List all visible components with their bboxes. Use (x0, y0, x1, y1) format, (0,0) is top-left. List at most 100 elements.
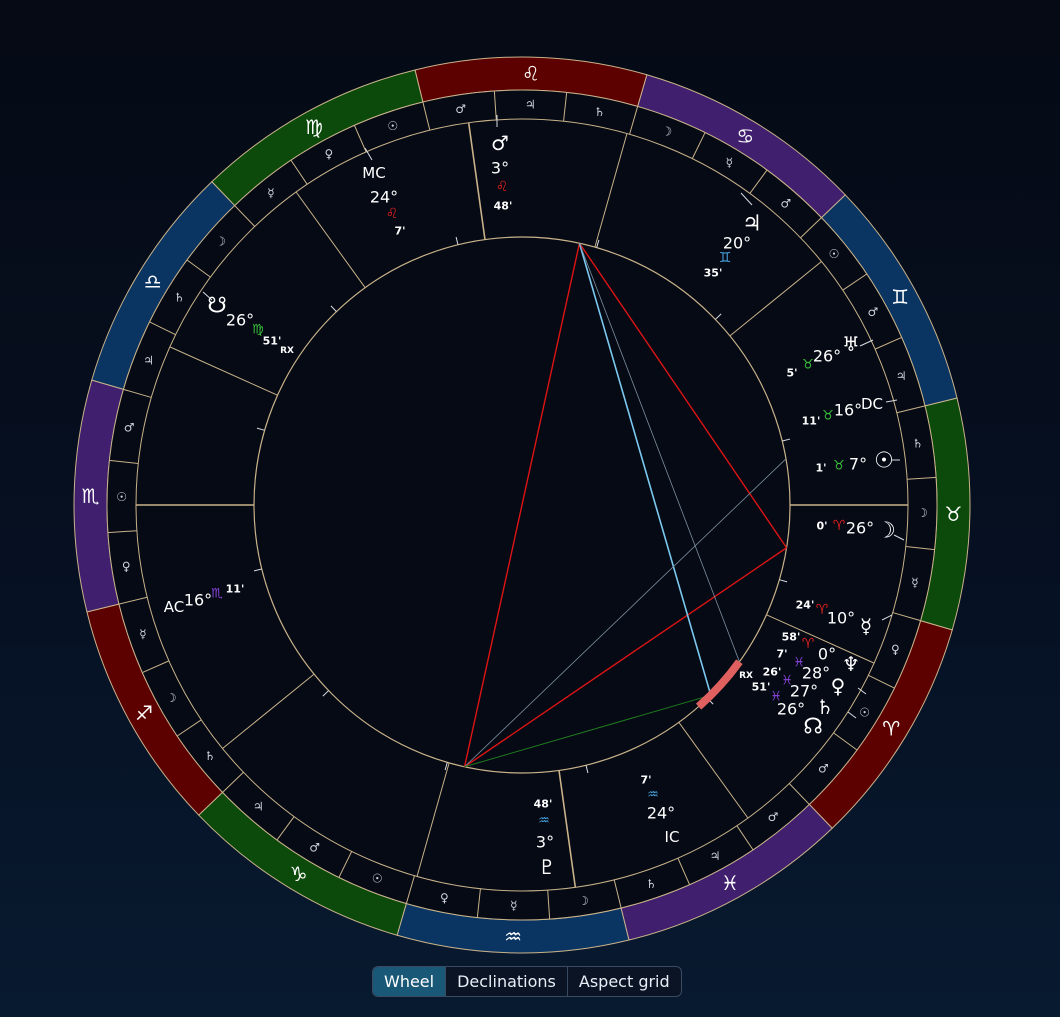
sign-glyph-leo: ♌ (522, 62, 540, 86)
mercury-glyph-icon: ☿ (860, 614, 872, 638)
decan-ruler-glyph: ♃ (253, 799, 264, 813)
decan-ruler-glyph: ♂ (309, 841, 320, 855)
sun-sign-icon: ♉ (833, 459, 845, 474)
ic-degree: 24° (647, 804, 675, 823)
sign-glyph-gemini: ♊ (891, 285, 909, 309)
decan-ruler-glyph: ♄ (912, 437, 923, 451)
jupiter-sign-icon: ♊ (719, 250, 732, 266)
mars-sign-icon: ♌ (496, 179, 509, 195)
ac-minutes: 11' (226, 583, 245, 596)
dc-sign-icon: ♉ (822, 409, 834, 424)
view-tabs: Wheel Declinations Aspect grid (372, 966, 682, 997)
sign-glyph-aries: ♈ (882, 716, 900, 740)
decan-ruler-glyph: ♀ (122, 559, 131, 573)
mercury-degree: 10° (827, 609, 855, 628)
moon-glyph-icon: ☽ (876, 519, 896, 544)
mercury-sign-icon: ♈ (816, 602, 829, 618)
sign-glyph-taurus: ♉ (944, 502, 962, 526)
chart-wheel: ♈ ♉ ♊ ♋ ♌ ♍ ♎ ♏ ♐ ♑ ♒ ♓ ♂ ☉ ♀ ☿ ☽ ♄ ♃ ♂ ☉ ♂ ☿ ☽ ♄ ♃ ♂ ☉ ♀ ☿ ☽ ♄ ♃ ♂ ☉ ♀ ☿ ☽ ♄… (73, 56, 971, 954)
mc-sign-icon: ♌ (386, 206, 399, 222)
sign-glyph-pisces: ♓ (721, 871, 739, 895)
decan-ruler-glyph: ☽ (661, 125, 672, 139)
decan-ruler-glyph: ☽ (166, 691, 177, 705)
tab-wheel[interactable]: Wheel (373, 967, 447, 996)
decan-ruler-glyph: ♃ (525, 98, 536, 112)
decan-ruler-glyph: ♀ (891, 643, 900, 657)
tab-declinations[interactable]: Declinations (446, 967, 568, 996)
decan-ruler-glyph: ☿ (139, 627, 146, 641)
decan-ruler-glyph: ♄ (174, 291, 185, 305)
uranus-glyph-icon: ♅ (842, 332, 860, 356)
south-node-minutes: 51' (263, 335, 282, 348)
saturn-minutes: 51' (752, 681, 771, 694)
decan-ruler-glyph: ☉ (372, 871, 383, 885)
neptune-glyph-icon: ♆ (842, 652, 860, 676)
sign-glyph-scorpio: ♏ (82, 484, 100, 508)
sun-degree: 7° (849, 455, 867, 474)
neptune-sign-icon: ♓ (793, 656, 805, 671)
saturn-glyph-icon: ♄ (816, 695, 834, 719)
mc-minutes: 7' (394, 225, 405, 238)
pluto-glyph-icon: ♇ (538, 855, 556, 879)
moon-sign-icon: ♈ (833, 518, 846, 534)
sign-glyph-virgo: ♍ (305, 115, 323, 139)
decan-ruler-glyph: ♂ (455, 102, 466, 116)
sign-glyph-capricorn: ♑ (290, 862, 308, 886)
ac-degree: 16° (184, 591, 212, 610)
ic-sign-icon: ♒ (647, 788, 659, 803)
venus-sign-icon: ♓ (781, 674, 793, 689)
saturn-sign-icon: ♓ (770, 690, 782, 705)
sign-glyph-sagittarius: ♐ (135, 701, 153, 725)
pluto-degree: 3° (536, 833, 554, 852)
moon-minutes: 0' (816, 520, 827, 533)
north-node-sign-icon: ♈ (802, 636, 815, 652)
decan-ruler-glyph: ♂ (868, 305, 879, 319)
north-node-degree: 0° (818, 645, 836, 664)
jupiter-minutes: 35' (704, 267, 723, 280)
venus-degree: 27° (790, 682, 818, 701)
moon-degree: 26° (846, 519, 874, 538)
decan-ruler-glyph: ☽ (215, 234, 226, 248)
decan-ruler-glyph: ☉ (387, 119, 398, 133)
dc-label: DC (861, 395, 883, 413)
south-node-retrograde: RX (280, 346, 294, 356)
decan-ruler-glyph: ♄ (594, 105, 605, 119)
sign-glyph-libra: ♎ (144, 270, 162, 294)
neptune-degree: 28° (802, 664, 830, 683)
north-node-minutes: 58' (782, 631, 801, 644)
venus-minutes: 26' (763, 666, 782, 679)
decan-ruler-glyph: ♂ (818, 762, 829, 776)
decan-ruler-glyph: ☉ (829, 247, 840, 261)
decan-ruler-glyph: ♄ (205, 749, 216, 763)
decan-ruler-glyph: ♀ (440, 891, 449, 905)
sun-minutes: 1' (815, 462, 826, 475)
decan-ruler-glyph: ☉ (116, 490, 127, 504)
neptune-minutes: 7' (776, 648, 787, 661)
ic-minutes: 7' (640, 774, 651, 787)
mc-label: MC (362, 164, 385, 182)
decan-ruler-glyph: ♃ (896, 369, 907, 383)
sign-glyph-cancer: ♋ (736, 124, 754, 148)
mars-minutes: 48' (494, 200, 513, 213)
decan-ruler-glyph: ☿ (726, 155, 733, 169)
dc-degree: 16° (834, 401, 862, 420)
ac-sign-icon: ♏ (211, 587, 223, 602)
uranus-degree: 26° (813, 347, 841, 366)
decan-ruler-glyph: ☿ (510, 898, 517, 912)
decan-ruler-glyph: ♂ (768, 810, 779, 824)
ac-label: AC (164, 598, 184, 616)
mc-degree: 24° (370, 188, 398, 207)
north-node-retrograde: RX (739, 671, 753, 681)
decan-ruler-glyph: ♀ (325, 147, 334, 161)
decan-ruler-glyph: ☽ (917, 506, 928, 520)
sign-glyph-aquarius: ♒ (504, 924, 522, 948)
south-node-glyph-icon: ☋ (207, 294, 227, 319)
uranus-minutes: 5' (786, 367, 797, 380)
pluto-sign-icon: ♒ (538, 814, 550, 829)
south-node-degree: 26° (226, 311, 254, 330)
decan-ruler-glyph: ♄ (646, 877, 657, 891)
tab-aspect-grid[interactable]: Aspect grid (568, 967, 681, 996)
decan-ruler-glyph: ♃ (143, 353, 154, 367)
decan-ruler-glyph: ☽ (578, 894, 589, 908)
dc-minutes: 11' (802, 415, 821, 428)
